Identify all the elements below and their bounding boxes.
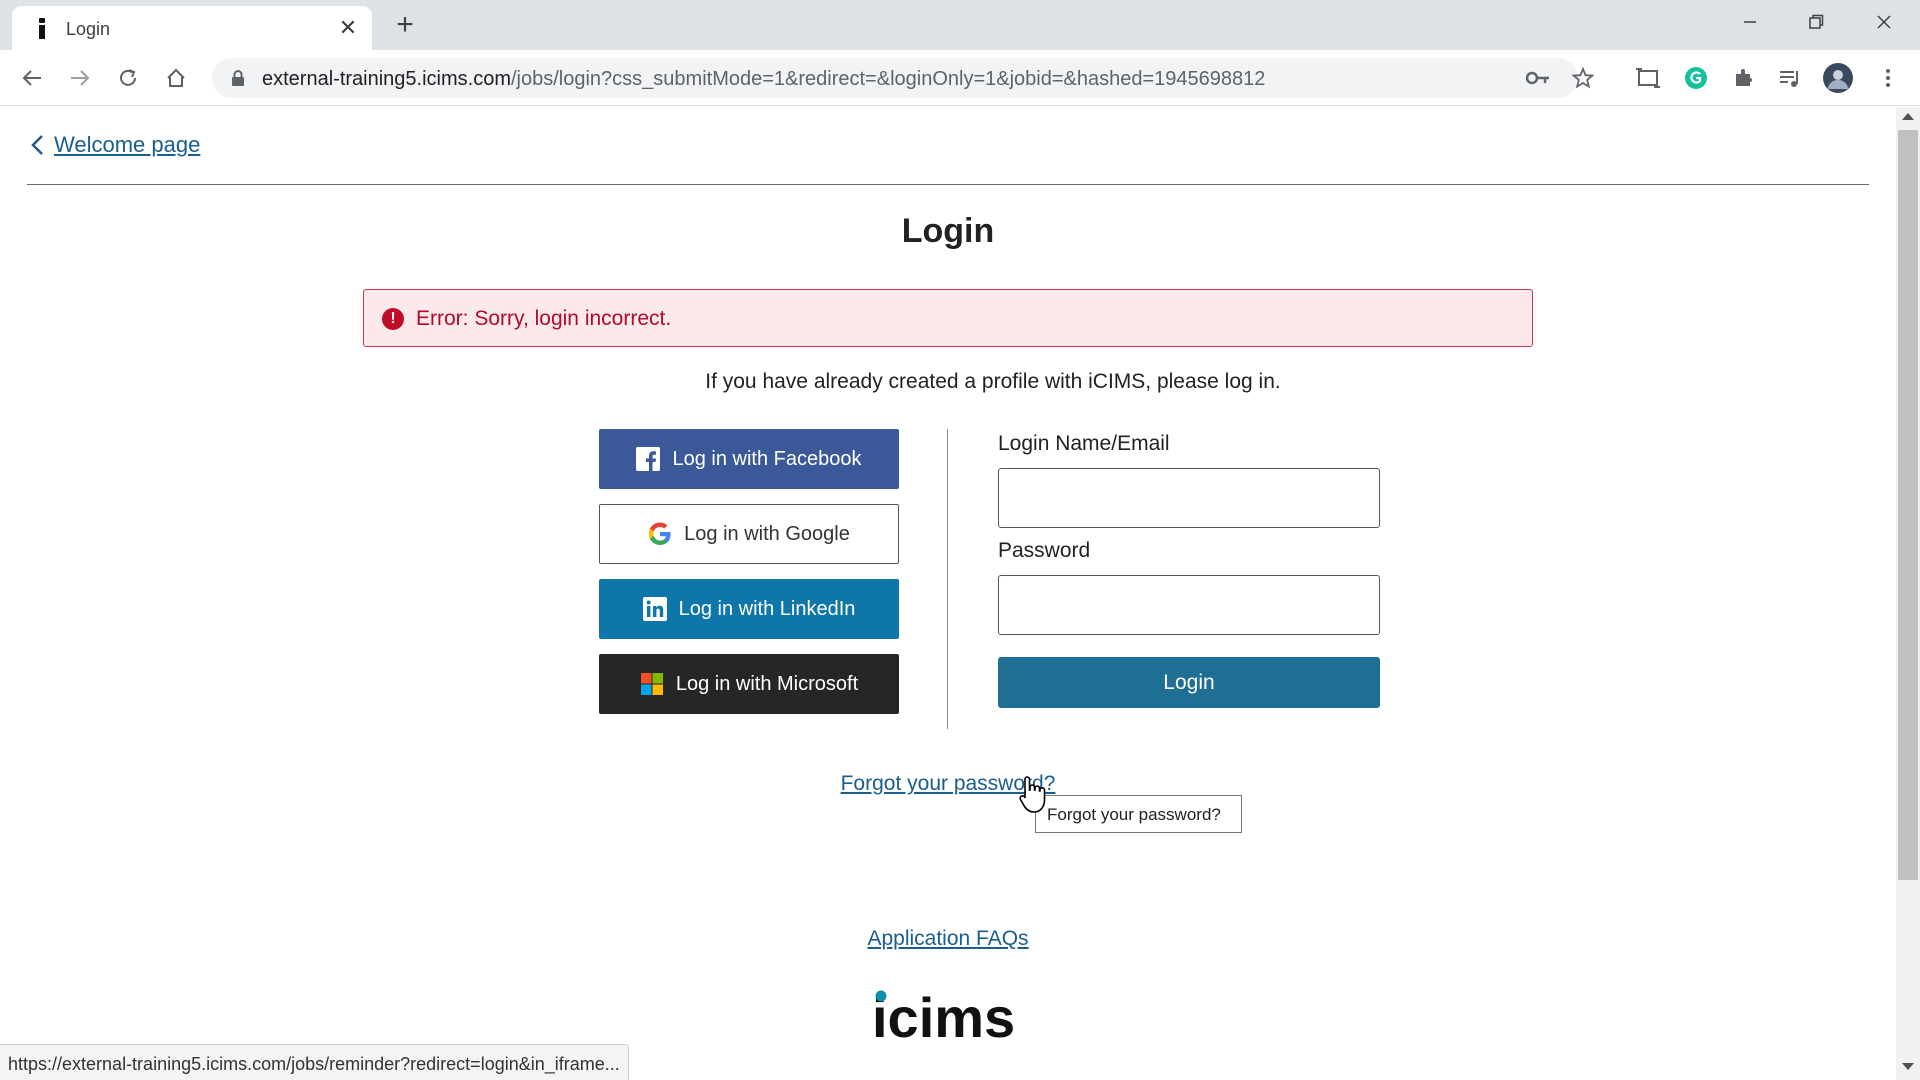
icims-logo: icims: [872, 987, 1015, 1047]
star-icon[interactable]: [1572, 67, 1594, 89]
extensions-icon[interactable]: [1728, 62, 1760, 94]
page-title: Login: [901, 212, 995, 250]
password-input[interactable]: [998, 575, 1380, 635]
scroll-down-icon[interactable]: [1902, 1063, 1914, 1070]
reload-icon[interactable]: [112, 62, 144, 94]
header-divider: [27, 184, 1869, 185]
login-name-input[interactable]: [998, 468, 1380, 528]
scrollbar-thumb[interactable]: [1898, 130, 1918, 880]
status-bar-url: https://external-training5.icims.com/job…: [0, 1044, 629, 1080]
browser-tab[interactable]: Login ✕: [12, 6, 372, 50]
key-icon[interactable]: [1526, 68, 1550, 88]
profile-avatar[interactable]: [1822, 62, 1854, 94]
login-button[interactable]: Login: [998, 657, 1380, 708]
intro-text: If you have already created a profile wi…: [705, 370, 1281, 393]
welcome-page-label[interactable]: Welcome page: [54, 132, 200, 158]
error-icon: !: [382, 308, 404, 330]
microsoft-login-button[interactable]: Log in with Microsoft: [599, 654, 899, 714]
chevron-left-icon: [31, 135, 43, 155]
svg-text:icims: icims: [872, 987, 1015, 1047]
tab-title: Login: [66, 19, 111, 39]
application-faqs-link[interactable]: Application FAQs: [0, 927, 1896, 951]
new-tab-icon[interactable]: +: [390, 10, 420, 40]
icims-favicon-icon: [36, 18, 48, 40]
login-name-label: Login Name/Email: [998, 432, 1170, 455]
microsoft-login-label: Log in with Microsoft: [675, 672, 859, 695]
linkedin-login-label: Log in with LinkedIn: [678, 597, 856, 620]
microsoft-icon: [640, 673, 663, 695]
minimize-icon[interactable]: [1720, 6, 1780, 38]
forward-icon[interactable]: [64, 62, 96, 94]
tab-strip: Login ✕ +: [0, 0, 1920, 50]
close-window-icon[interactable]: [1854, 6, 1914, 38]
vertical-divider: [947, 429, 948, 729]
error-message: Error: Sorry, login incorrect.: [416, 307, 672, 330]
address-bar[interactable]: external-training5.icims.com/jobs/login?…: [212, 58, 1594, 98]
forgot-password-tooltip: Forgot your password?: [1035, 795, 1242, 833]
google-icon: [648, 522, 671, 545]
page-content: Welcome page Login ! Error: Sorry, login…: [0, 107, 1896, 1080]
password-label: Password: [998, 539, 1091, 562]
tab-close-icon[interactable]: ✕: [334, 14, 362, 42]
facebook-login-label: Log in with Facebook: [672, 447, 862, 470]
google-login-label: Log in with Google: [684, 522, 850, 545]
error-alert: ! Error: Sorry, login incorrect.: [363, 289, 1533, 347]
cast-icon[interactable]: [1632, 62, 1664, 94]
linkedin-icon: [642, 597, 667, 621]
grammarly-icon[interactable]: [1680, 62, 1712, 94]
back-icon[interactable]: [16, 62, 48, 94]
facebook-login-button[interactable]: Log in with Facebook: [599, 429, 899, 489]
facebook-icon: [636, 447, 661, 471]
browser-toolbar: external-training5.icims.com/jobs/login?…: [0, 50, 1920, 106]
linkedin-login-button[interactable]: Log in with LinkedIn: [599, 579, 899, 639]
lock-icon[interactable]: [228, 68, 248, 88]
hand-cursor-icon: [1019, 776, 1046, 813]
media-icon[interactable]: [1774, 62, 1806, 94]
welcome-page-link[interactable]: Welcome page: [30, 132, 200, 158]
home-icon[interactable]: [160, 62, 192, 94]
forgot-password-link[interactable]: Forgot your password?: [0, 772, 1896, 796]
restore-icon[interactable]: [1786, 6, 1846, 38]
kebab-menu-icon[interactable]: [1872, 62, 1904, 94]
scroll-up-icon[interactable]: [1902, 113, 1914, 120]
logo-dot: [875, 990, 887, 1002]
url-text[interactable]: external-training5.icims.com/jobs/login?…: [262, 68, 1265, 91]
google-login-button[interactable]: Log in with Google: [599, 504, 899, 564]
